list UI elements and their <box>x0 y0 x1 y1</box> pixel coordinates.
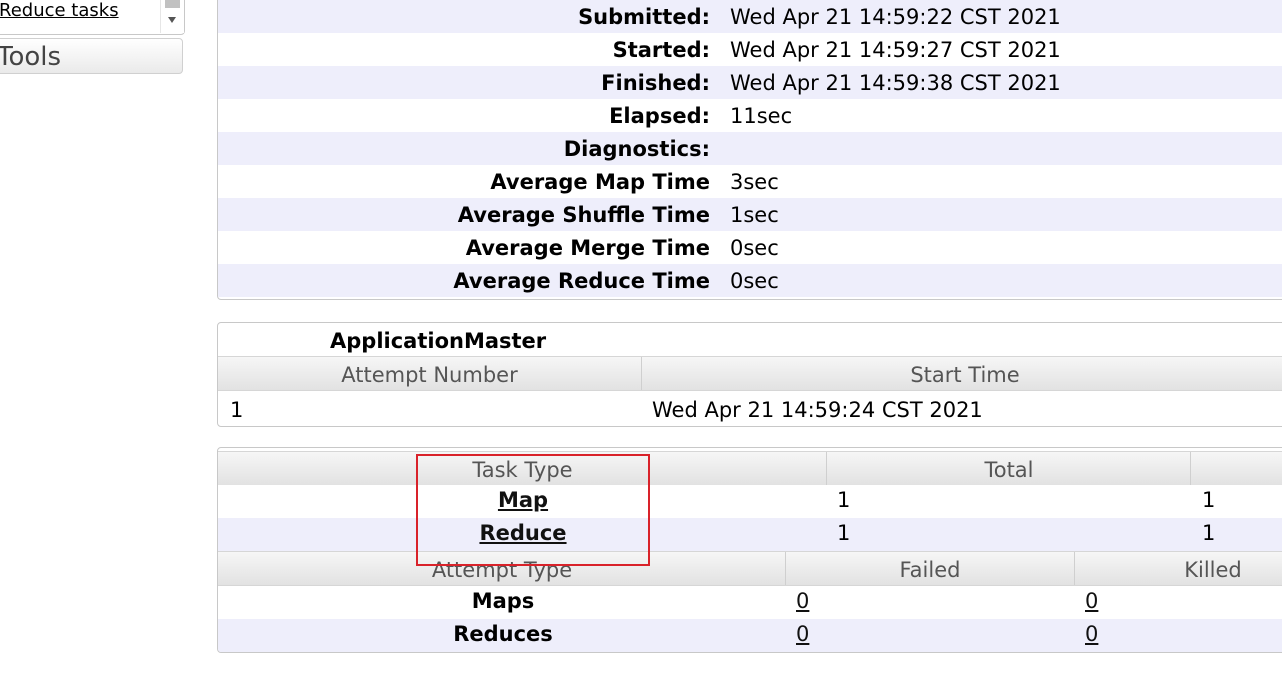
column-header-attempt-number[interactable]: Attempt Number <box>218 357 641 390</box>
info-row-elapsed: Elapsed: 11sec <box>218 99 1282 132</box>
info-label: Average Shuffle Time <box>457 203 710 227</box>
failed-maps-link[interactable]: 0 <box>796 589 809 613</box>
sidebar-nav-list: Reduce tasks <box>0 0 185 35</box>
attempt-header-row: Attempt Type Failed Killed <box>218 551 1282 586</box>
column-header-task-type[interactable]: Task Type <box>218 452 827 485</box>
info-row-avg-shuffle-time: Average Shuffle Time 1sec <box>218 198 1282 231</box>
info-row-avg-merge-time: Average Merge Time 0sec <box>218 231 1282 264</box>
column-header-total[interactable]: Total <box>827 452 1191 485</box>
task-type-reduce-link[interactable]: Reduce <box>473 521 573 545</box>
application-master-table: ApplicationMaster Attempt Number Start T… <box>217 322 1282 427</box>
task-extra-cell: 1 <box>1202 488 1216 512</box>
info-label: Submitted: <box>578 5 710 29</box>
info-label: Average Merge Time <box>465 236 710 260</box>
job-info-table: Submitted: Wed Apr 21 14:59:22 CST 2021 … <box>217 0 1282 300</box>
column-header-attempt-type[interactable]: Attempt Type <box>218 552 786 585</box>
task-row-map: Map 1 1 <box>218 485 1282 518</box>
info-label: Finished: <box>601 71 710 95</box>
task-total-cell: 1 <box>837 521 851 545</box>
attempt-row-reduces: Reduces 0 0 <box>218 619 1282 652</box>
info-value: 11sec <box>730 104 793 128</box>
task-summary-table: Task Type Total Map 1 1 Reduce 1 1 Attem… <box>217 447 1282 653</box>
info-value: Wed Apr 21 14:59:27 CST 2021 <box>730 38 1061 62</box>
sidebar: Reduce tasks Tools <box>0 0 186 80</box>
info-row-submitted: Submitted: Wed Apr 21 14:59:22 CST 2021 <box>218 0 1282 33</box>
info-value: 3sec <box>730 170 779 194</box>
column-divider <box>1190 452 1191 485</box>
info-label: Average Map Time <box>490 170 710 194</box>
info-row-diagnostics: Diagnostics: <box>218 132 1282 165</box>
info-label: Elapsed: <box>609 104 710 128</box>
task-type-map-link[interactable]: Map <box>483 488 563 512</box>
sidebar-link-reduce-tasks[interactable]: Reduce tasks <box>0 0 119 21</box>
killed-reduces-link[interactable]: 0 <box>1085 622 1098 646</box>
info-label: Diagnostics: <box>563 137 710 161</box>
sidebar-tools-header[interactable]: Tools <box>0 38 183 74</box>
info-value: Wed Apr 21 14:59:22 CST 2021 <box>730 5 1061 29</box>
info-label: Started: <box>612 38 710 62</box>
start-time-cell: Wed Apr 21 14:59:24 CST 2021 <box>652 398 983 422</box>
task-total-cell: 1 <box>837 488 851 512</box>
task-extra-cell: 1 <box>1202 521 1216 545</box>
scroll-down-arrow-icon[interactable] <box>168 17 176 23</box>
info-value: Wed Apr 21 14:59:38 CST 2021 <box>730 71 1061 95</box>
info-label: Average Reduce Time <box>453 269 710 293</box>
info-row-avg-map-time: Average Map Time 3sec <box>218 165 1282 198</box>
task-header-row: Task Type Total <box>218 451 1282 486</box>
info-row-finished: Finished: Wed Apr 21 14:59:38 CST 2021 <box>218 66 1282 99</box>
info-value: 0sec <box>730 269 779 293</box>
application-master-header-row: Attempt Number Start Time <box>218 356 1282 391</box>
info-row-avg-reduce-time: Average Reduce Time 0sec <box>218 264 1282 297</box>
column-header-killed[interactable]: Killed <box>1075 552 1282 585</box>
info-row-started: Started: Wed Apr 21 14:59:27 CST 2021 <box>218 33 1282 66</box>
attempt-number-cell: 1 <box>230 398 244 422</box>
attempt-row-maps: Maps 0 0 <box>218 586 1282 619</box>
killed-maps-link[interactable]: 0 <box>1085 589 1098 613</box>
column-header-start-time[interactable]: Start Time <box>642 357 1282 390</box>
scrollbar-thumb[interactable] <box>165 0 180 8</box>
info-value: 1sec <box>730 203 779 227</box>
task-row-reduce: Reduce 1 1 <box>218 518 1282 551</box>
failed-reduces-link[interactable]: 0 <box>796 622 809 646</box>
sidebar-scrollbar[interactable] <box>160 0 184 33</box>
column-header-failed[interactable]: Failed <box>786 552 1074 585</box>
attempt-type-label: Maps <box>471 589 535 613</box>
attempt-type-label: Reduces <box>453 622 553 646</box>
application-master-title: ApplicationMaster <box>330 329 547 353</box>
info-value: 0sec <box>730 236 779 260</box>
